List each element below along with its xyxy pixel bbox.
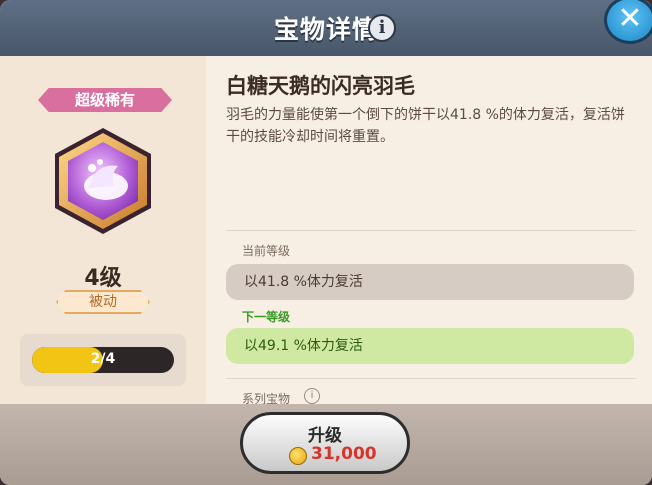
close-icon: ✕ [617, 1, 643, 36]
treasure-level: 4级 [84, 266, 122, 291]
info-icon[interactable]: i [368, 14, 396, 42]
progress-track: 2/4 [32, 347, 174, 373]
treasure-detail-dialog: 宝物详情 i 超级稀有 4级 被动 2/4 白糖天鹅的闪亮羽毛 羽毛的力量能使第… [0, 0, 652, 485]
close-button[interactable]: ✕ [604, 0, 652, 44]
current-level-label: 当前等级 [242, 244, 291, 258]
series-info-icon[interactable]: i [304, 388, 320, 404]
divider [226, 378, 636, 379]
treasure-type-badge: 被动 [56, 290, 150, 314]
level-progress: 2/4 [20, 334, 186, 386]
upgrade-price: 31,000 [311, 444, 377, 464]
dialog-title: 宝物详情 [273, 15, 378, 44]
rarity-badge: 超级稀有 [38, 88, 172, 112]
current-level-effect: 以41.8 %体力复活 [226, 264, 634, 300]
dialog-header: 宝物详情 i [0, 0, 652, 56]
treasure-name: 白糖天鹅的闪亮羽毛 [226, 74, 415, 98]
swan-feather-icon [55, 128, 151, 234]
upgrade-label: 升级 [308, 426, 342, 446]
divider [226, 230, 636, 231]
next-level-label: 下一等级 [242, 310, 291, 324]
progress-text: 2/4 [90, 351, 116, 367]
treasure-details: 白糖天鹅的闪亮羽毛 羽毛的力量能使第一个倒下的饼干以41.8 %的体力复活，复活… [206, 56, 652, 406]
next-level-effect: 以49.1 %体力复活 [226, 328, 634, 364]
coin-icon [289, 447, 307, 465]
treasure-summary-panel: 超级稀有 4级 被动 2/4 [0, 56, 206, 404]
upgrade-button[interactable]: 升级 31,000 [240, 412, 410, 474]
treasure-description: 羽毛的力量能使第一个倒下的饼干以41.8 %的体力复活，复活饼干的技能冷却时间将… [226, 107, 625, 145]
